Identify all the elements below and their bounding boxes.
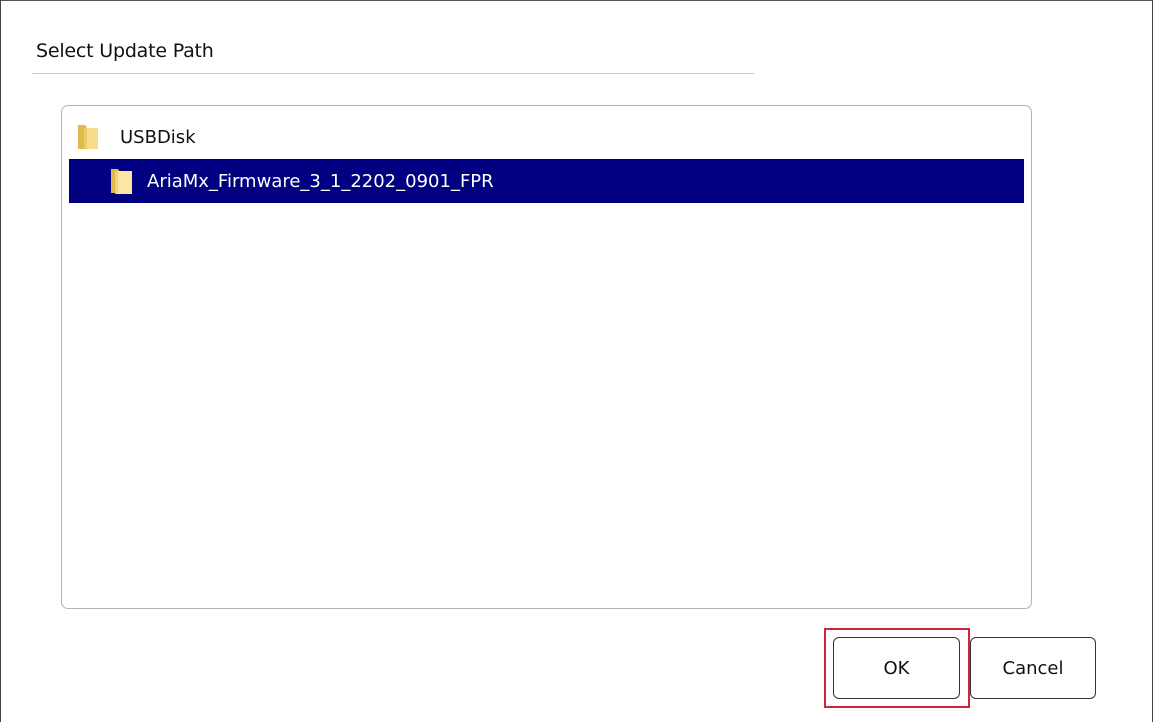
tree-item-ariamx-firmware[interactable]: AriaMx_Firmware_3_1_2202_0901_FPR bbox=[69, 159, 1024, 203]
select-update-path-dialog: Select Update Path USBDisk AriaMx_Firmwa… bbox=[0, 0, 1153, 722]
window-edge-top bbox=[0, 0, 1153, 1]
folder-icon bbox=[111, 169, 132, 194]
dialog-title: Select Update Path bbox=[36, 40, 214, 62]
tree-item-label: AriaMx_Firmware_3_1_2202_0901_FPR bbox=[147, 170, 494, 192]
folder-tree[interactable]: USBDisk AriaMx_Firmware_3_1_2202_0901_FP… bbox=[61, 105, 1032, 609]
cancel-button[interactable]: Cancel bbox=[970, 637, 1096, 699]
window-edge-left bbox=[0, 0, 1, 722]
ok-button[interactable]: OK bbox=[833, 637, 960, 699]
folder-icon bbox=[78, 125, 98, 149]
tree-item-usbdisk[interactable]: USBDisk bbox=[76, 115, 576, 159]
title-divider bbox=[32, 73, 754, 74]
tree-item-label: USBDisk bbox=[120, 126, 196, 148]
